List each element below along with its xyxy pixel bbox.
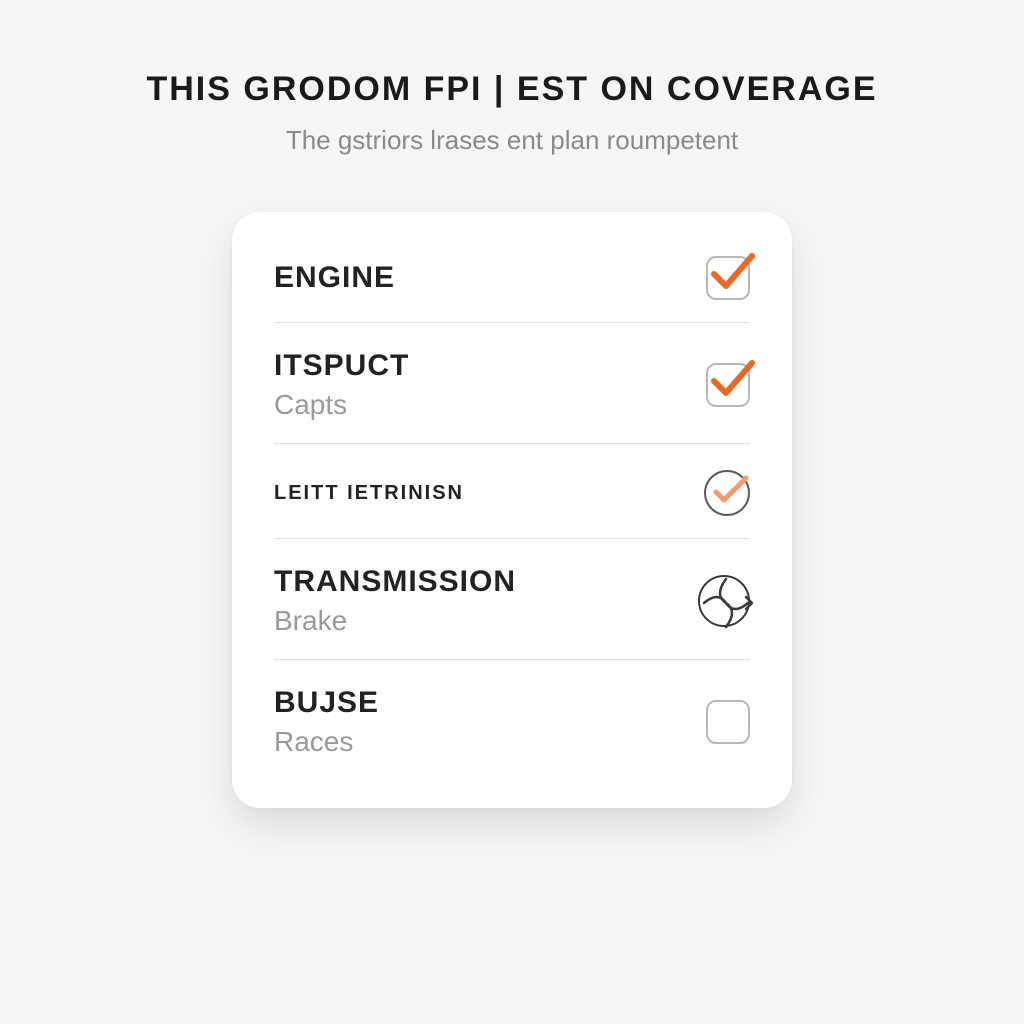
header: THIS GRODOM FPI | EST ON COVERAGE The gs… (146, 70, 877, 156)
checkbox-checked-icon[interactable] (706, 363, 750, 407)
item-text: LEITT IETRINISN (274, 482, 464, 505)
checkbox-empty-icon[interactable] (706, 700, 750, 744)
item-label: LEITT IETRINISN (274, 482, 464, 505)
item-sublabel: Capts (274, 389, 409, 421)
coverage-item-engine[interactable]: ENGINE (274, 230, 750, 323)
item-label: ITSPUCT (274, 349, 409, 383)
item-label: TRANSMISSION (274, 565, 516, 599)
item-text: TRANSMISSION Brake (274, 565, 516, 637)
coverage-card: ENGINE ITSPUCT Capts LEITT IETRINISN (232, 212, 792, 808)
coverage-item-transmission[interactable]: TRANSMISSION Brake (274, 539, 750, 660)
page-subtitle: The gstriors lrases ent plan roumpetent (146, 125, 877, 156)
item-text: BUJSE Races (274, 686, 379, 758)
item-text: ITSPUCT Capts (274, 349, 409, 421)
coverage-item-bujse[interactable]: BUJSE Races (274, 660, 750, 780)
coverage-item-leitt[interactable]: LEITT IETRINISN (274, 444, 750, 539)
radio-checked-icon[interactable] (704, 470, 750, 516)
item-sublabel: Brake (274, 605, 516, 637)
coverage-item-itspuct[interactable]: ITSPUCT Capts (274, 323, 750, 444)
item-label: BUJSE (274, 686, 379, 720)
item-label: ENGINE (274, 261, 395, 295)
item-sublabel: Races (274, 726, 379, 758)
checkbox-checked-icon[interactable] (706, 256, 750, 300)
item-text: ENGINE (274, 261, 395, 295)
globe-icon (698, 575, 750, 627)
page-title: THIS GRODOM FPI | EST ON COVERAGE (146, 70, 877, 109)
